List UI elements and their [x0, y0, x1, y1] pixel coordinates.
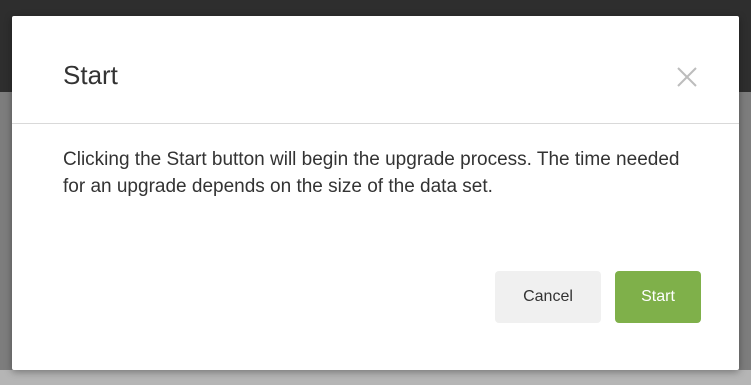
dialog-title: Start [63, 60, 118, 90]
cancel-button[interactable]: Cancel [495, 271, 601, 323]
close-button[interactable] [670, 60, 704, 94]
start-button[interactable]: Start [615, 271, 701, 323]
background-footer [0, 370, 751, 385]
start-upgrade-dialog: Start Clicking the Start button will beg… [12, 16, 739, 370]
dialog-message: Clicking the Start button will begin the… [63, 149, 680, 197]
dialog-header: Start [12, 16, 739, 124]
close-icon [677, 67, 697, 87]
